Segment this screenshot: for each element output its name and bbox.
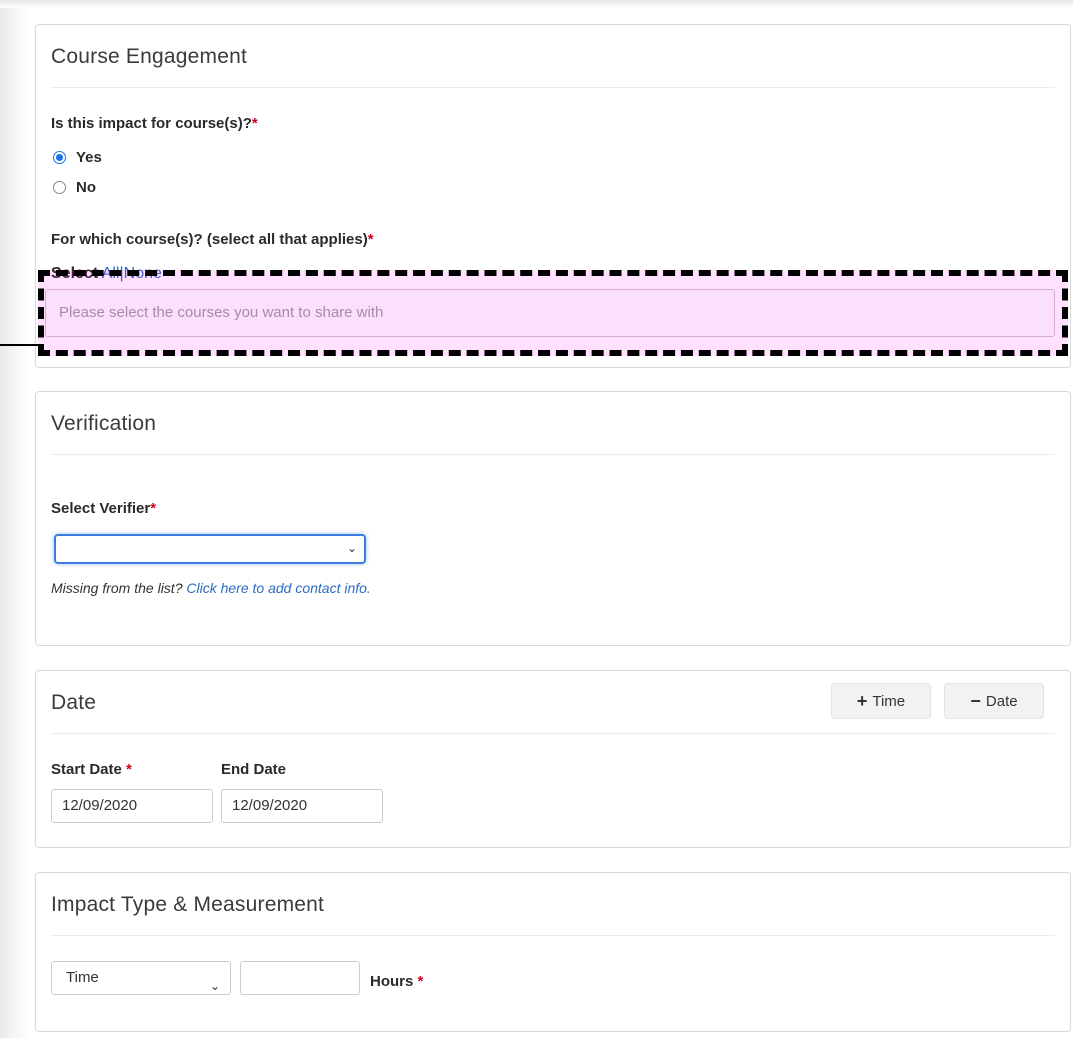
- start-date-label: Start Date *: [51, 761, 132, 778]
- remove-date-button[interactable]: − Date: [944, 683, 1044, 719]
- divider: [51, 935, 1055, 936]
- top-shadow: [0, 0, 1073, 8]
- card-title: Impact Type & Measurement: [51, 893, 325, 916]
- radio-option-no[interactable]: No: [53, 179, 96, 196]
- radio-no-label: No: [76, 179, 96, 196]
- chevron-down-icon: ⌄: [346, 541, 357, 555]
- end-date-input[interactable]: 12/09/2020: [221, 789, 383, 823]
- hours-input[interactable]: [240, 961, 360, 995]
- impact-card: Impact Type & Measurement Time ⌄ Hours *: [35, 872, 1071, 1032]
- courses-select-input[interactable]: Please select the courses you want to sh…: [45, 289, 1055, 337]
- verifier-label: Select Verifier*: [51, 500, 157, 517]
- radio-no[interactable]: [53, 181, 66, 194]
- plus-icon: +: [856, 690, 868, 711]
- start-date-input[interactable]: 12/09/2020: [51, 789, 213, 823]
- date-card: Date + Time − Date Start Date * End Date…: [35, 670, 1071, 848]
- card-title: Verification: [51, 412, 157, 435]
- hours-label: Hours *: [370, 973, 424, 990]
- add-time-button[interactable]: + Time: [831, 683, 931, 719]
- courses-question-label: For which course(s)? (select all that ap…: [51, 231, 374, 248]
- divider: [51, 454, 1055, 455]
- card-title: Date: [51, 691, 97, 714]
- chevron-down-icon: ⌄: [209, 979, 220, 993]
- helper-text: Missing from the list? Click here to add…: [51, 580, 371, 596]
- verifier-select[interactable]: ⌄: [54, 534, 366, 564]
- radio-option-yes[interactable]: Yes: [53, 149, 102, 166]
- card-title: Course Engagement: [51, 45, 248, 68]
- end-date-label: End Date: [221, 761, 287, 778]
- verification-card: Verification Select Verifier* ⌄ Missing …: [35, 391, 1071, 646]
- course-question-label: Is this impact for course(s)?*: [51, 115, 258, 132]
- required-mark: *: [150, 500, 157, 517]
- divider: [51, 87, 1055, 88]
- minus-icon: −: [970, 690, 981, 711]
- radio-yes-label: Yes: [76, 149, 102, 166]
- required-mark: *: [367, 231, 374, 248]
- impact-type-select[interactable]: Time ⌄: [51, 961, 231, 995]
- required-mark: *: [126, 761, 132, 778]
- pointer-line: [0, 344, 40, 346]
- divider: [51, 733, 1055, 734]
- required-mark: *: [417, 973, 424, 990]
- radio-yes[interactable]: [53, 151, 66, 164]
- add-contact-link[interactable]: Click here to add contact info.: [186, 580, 370, 596]
- required-mark: *: [251, 115, 258, 132]
